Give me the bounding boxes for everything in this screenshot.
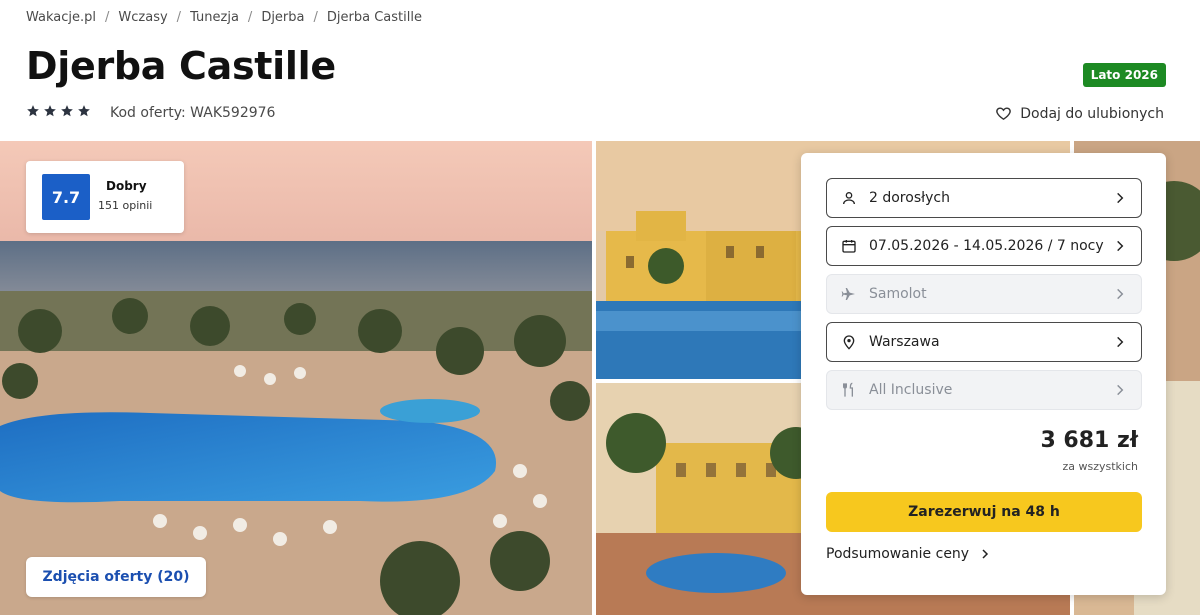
star-icon bbox=[78, 105, 90, 117]
add-to-favorites-label: Dodaj do ulubionych bbox=[1020, 105, 1164, 122]
breadcrumb-separator: / bbox=[313, 10, 318, 25]
booking-panel: 2 dorosłych 07.05.2026 - 14.05.2026 / 7 … bbox=[801, 153, 1166, 595]
breadcrumb-home[interactable]: Wakacje.pl bbox=[26, 10, 96, 25]
board-selector[interactable]: All Inclusive bbox=[826, 370, 1142, 410]
location-pin-icon bbox=[841, 334, 857, 350]
season-badge: Lato 2026 bbox=[1082, 63, 1166, 87]
hotel-stars bbox=[26, 104, 91, 118]
rating-card[interactable]: 7.7 Dobry 151 opinii bbox=[26, 161, 184, 233]
breadcrumb-separator: / bbox=[176, 10, 182, 25]
reserve-button[interactable]: Zarezerwuj na 48 h bbox=[826, 492, 1142, 532]
rating-score: 7.7 bbox=[42, 174, 90, 220]
breadcrumb-djerba[interactable]: Djerba bbox=[261, 10, 304, 25]
chevron-right-icon bbox=[1117, 336, 1124, 348]
calendar-icon bbox=[841, 238, 857, 254]
departure-selector[interactable]: Warszawa bbox=[826, 322, 1142, 362]
departure-value: Warszawa bbox=[869, 334, 940, 350]
hotel-main-photo[interactable]: 7.7 Dobry 151 opinii Zdjęcia oferty (20) bbox=[0, 141, 592, 615]
star-icon bbox=[61, 105, 73, 117]
dates-selector[interactable]: 07.05.2026 - 14.05.2026 / 7 nocy bbox=[826, 226, 1142, 266]
cutlery-icon bbox=[841, 382, 857, 398]
transport-selector[interactable]: Samolot bbox=[826, 274, 1142, 314]
rating-review-count: 151 opinii bbox=[98, 199, 153, 212]
chevron-right-icon bbox=[1117, 288, 1124, 300]
travelers-value: 2 dorosłych bbox=[869, 190, 950, 206]
breadcrumb-separator: / bbox=[247, 10, 253, 25]
person-icon bbox=[841, 190, 857, 206]
chevron-right-icon bbox=[1117, 240, 1124, 252]
star-icon bbox=[44, 105, 56, 117]
price-summary-label: Podsumowanie ceny bbox=[826, 546, 970, 562]
breadcrumb: Wakacje.pl / Wczasy / Tunezja / Djerba /… bbox=[26, 10, 422, 25]
plane-icon bbox=[841, 286, 857, 302]
chevron-right-icon bbox=[1117, 384, 1124, 396]
add-to-favorites-button[interactable]: Dodaj do ulubionych bbox=[995, 105, 1164, 122]
offer-photos-button[interactable]: Zdjęcia oferty (20) bbox=[26, 557, 206, 597]
price-summary-link[interactable]: Podsumowanie ceny bbox=[826, 546, 991, 562]
rating-label: Dobry bbox=[106, 179, 147, 193]
page-title: Djerba Castille bbox=[26, 44, 336, 88]
board-value: All Inclusive bbox=[869, 382, 953, 398]
price-note: za wszystkich bbox=[1062, 460, 1138, 473]
chevron-right-icon bbox=[1117, 192, 1124, 204]
breadcrumb-wczasy[interactable]: Wczasy bbox=[118, 10, 167, 25]
heart-icon bbox=[996, 107, 1012, 121]
transport-value: Samolot bbox=[869, 286, 927, 302]
offer-code: Kod oferty: WAK592976 bbox=[110, 105, 276, 121]
travelers-selector[interactable]: 2 dorosłych bbox=[826, 178, 1142, 218]
total-price: 3 681 zł bbox=[1040, 428, 1138, 453]
breadcrumb-tunezja[interactable]: Tunezja bbox=[190, 10, 239, 25]
breadcrumb-separator: / bbox=[105, 10, 110, 25]
star-icon bbox=[27, 105, 39, 117]
breadcrumb-current[interactable]: Djerba Castille bbox=[327, 10, 422, 25]
chevron-right-icon bbox=[982, 549, 989, 559]
dates-value: 07.05.2026 - 14.05.2026 / 7 nocy bbox=[869, 238, 1104, 254]
